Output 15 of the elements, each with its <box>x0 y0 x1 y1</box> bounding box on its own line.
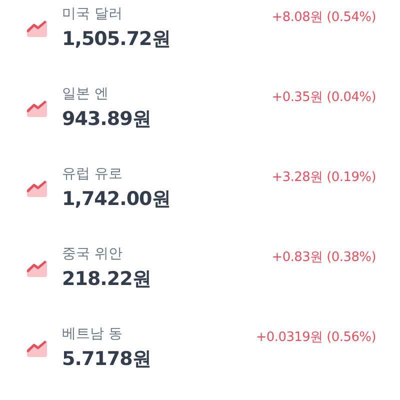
exchange-rate: 1,505.72원 <box>62 26 172 52</box>
exchange-rate: 943.89원 <box>62 106 152 132</box>
exchange-rate: 218.22원 <box>62 266 152 292</box>
rate-change: +0.0319원 (0.56%) <box>256 329 376 346</box>
currency-name: 유럽 유로 <box>62 164 124 182</box>
rate-change: +3.28원 (0.19%) <box>272 169 376 186</box>
currency-name: 미국 달러 <box>62 4 124 22</box>
rate-change: +8.08원 (0.54%) <box>272 9 376 26</box>
rate-change: +0.83원 (0.38%) <box>272 249 376 266</box>
currency-name: 베트남 동 <box>62 324 124 342</box>
currency-name: 중국 위안 <box>62 244 124 262</box>
exchange-rate: 5.7178원 <box>62 346 152 372</box>
exchange-rate: 1,742.00원 <box>62 186 172 212</box>
rate-change: +0.35원 (0.04%) <box>272 89 376 106</box>
currency-name: 일본 엔 <box>62 84 110 102</box>
